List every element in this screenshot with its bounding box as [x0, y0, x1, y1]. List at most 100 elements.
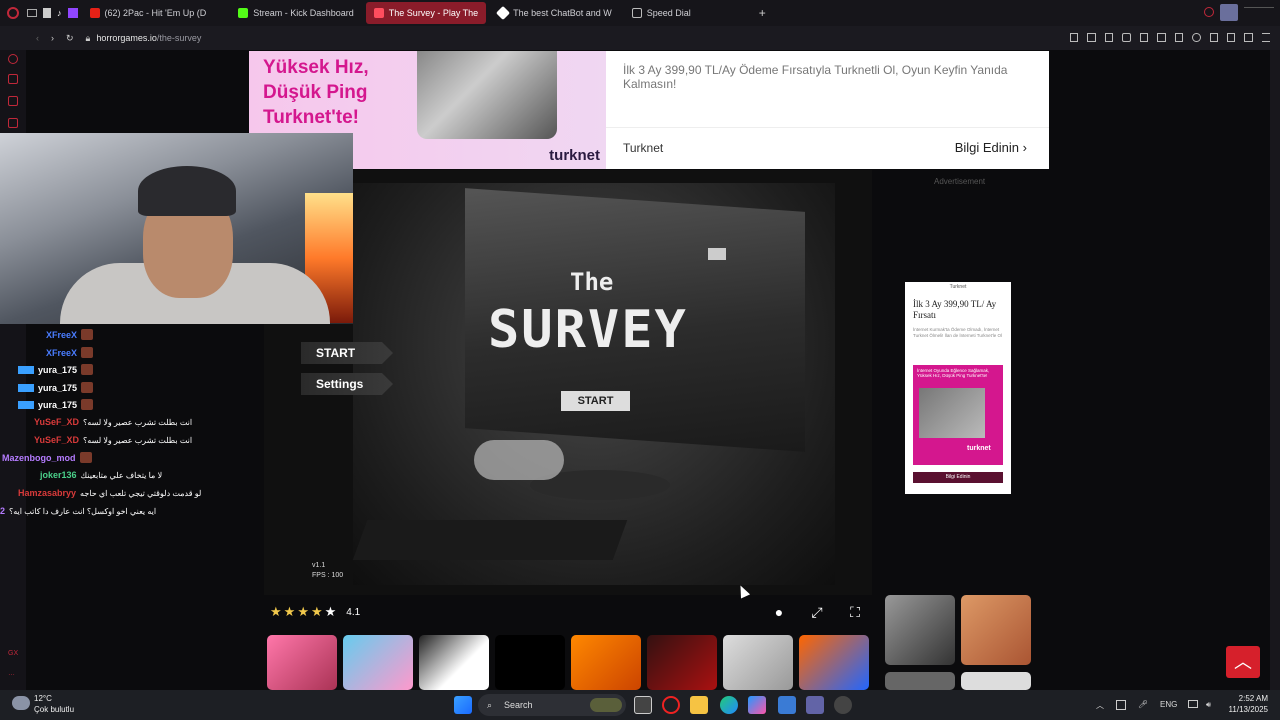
star-icon[interactable]: ★ — [270, 604, 282, 620]
shield-icon[interactable] — [1122, 33, 1131, 42]
side-ad-photo — [919, 388, 985, 438]
chat-message: XFreeX — [46, 329, 94, 340]
taskbar-search[interactable]: ⌕ Search — [478, 694, 626, 716]
tab-chatbot[interactable]: The best ChatBot and W — [490, 2, 620, 24]
chat-username: yura_175 — [38, 399, 78, 410]
tab-kick[interactable]: Stream - Kick Dashboard — [230, 2, 362, 24]
translate-icon[interactable] — [1139, 33, 1149, 42]
weather-widget[interactable]: 12°C Çok bulutlu — [34, 693, 74, 715]
snapshot-icon[interactable] — [1104, 33, 1114, 42]
instagram-icon[interactable] — [8, 118, 18, 128]
task-view-icon[interactable] — [634, 696, 652, 714]
sidebar-more-icon[interactable]: … — [8, 670, 15, 677]
opera-gx-taskbar-icon[interactable] — [662, 696, 680, 714]
lock-icon: 🔒︎ — [85, 32, 91, 43]
split-icon[interactable] — [1070, 33, 1079, 42]
chat-username: 2 — [0, 506, 6, 516]
download-icon[interactable] — [1244, 33, 1253, 42]
game-thumbnail[interactable] — [419, 635, 489, 690]
weather-icon[interactable] — [12, 696, 30, 710]
fullscreen-icon[interactable]: ⛶ — [846, 603, 864, 621]
side-ad[interactable]: Turknet İlk 3 Ay 399,90 TL/ Ay Fırsatı İ… — [905, 282, 1011, 494]
extensions-icon[interactable] — [1209, 33, 1218, 42]
star-icon[interactable]: ★ — [297, 604, 309, 620]
menu-icon[interactable] — [1261, 33, 1271, 42]
game-thumbnail[interactable] — [647, 635, 717, 690]
reload-icon[interactable]: ↻ — [66, 33, 74, 44]
ad-headline: Yüksek Hız, Düşük Ping Turknet'te! — [263, 57, 369, 128]
game-title: SURVEY — [488, 300, 688, 360]
copilot-icon[interactable] — [748, 696, 766, 714]
profile-avatar[interactable] — [1220, 4, 1238, 21]
tiktok-icon[interactable]: ♪ — [57, 8, 62, 18]
star-icon[interactable]: ★ — [311, 604, 323, 620]
side-ad-promo-text: İnternet Oyunda Eğlence Sağlamak, Yüksek… — [917, 368, 990, 378]
tab-speed-dial[interactable]: Speed Dial — [624, 2, 699, 24]
game-rating[interactable]: ★ ★ ★ ★ ★ 4.1 — [270, 604, 360, 620]
pin-icon[interactable] — [1087, 33, 1096, 42]
twitch-icon[interactable] — [67, 8, 78, 18]
side-game-thumbnail[interactable] — [961, 595, 1031, 665]
top-ad-text[interactable]: İlk 3 Ay 399,90 TL/Ay Ödeme Fırsatıyla T… — [606, 51, 1049, 169]
tray-chevron-icon[interactable]: ︿ — [1096, 700, 1104, 711]
volume-icon[interactable]: 🔊︎ — [1206, 700, 1211, 710]
wallet-icon[interactable] — [1226, 33, 1236, 42]
store-icon[interactable] — [778, 696, 796, 714]
ad-description: İlk 3 Ay 399,90 TL/Ay Ödeme Fırsatıyla T… — [623, 63, 1008, 91]
forward-icon[interactable]: › — [51, 33, 54, 43]
page-scrollbar[interactable] — [1270, 50, 1280, 690]
side-game-thumbnail[interactable] — [961, 672, 1031, 690]
version-label: v1.1 — [312, 562, 326, 569]
edge-icon[interactable] — [720, 696, 738, 714]
heart-icon[interactable] — [1192, 33, 1201, 42]
star-icon[interactable]: ★ — [284, 604, 296, 620]
game-thumbnail[interactable] — [343, 635, 413, 690]
windows-start-icon[interactable] — [454, 696, 472, 714]
system-clock[interactable]: 2:52 AM 11/13/2025 — [1226, 693, 1268, 715]
side-ad-subtext: İnternet Kurmak'ta Ödeme Olmadı, İnterne… — [913, 327, 1002, 338]
new-tab-button[interactable]: + — [759, 6, 766, 20]
tab-the-survey[interactable]: The Survey - Play The — [365, 2, 487, 24]
tab-youtube[interactable]: (62) 2Pac - Hit 'Em Up (D — [82, 2, 215, 24]
microphone-icon[interactable]: 🎤︎ — [1138, 700, 1148, 709]
game-thumbnail[interactable] — [571, 635, 641, 690]
side-ad-brand: Turknet — [949, 284, 967, 290]
game-thumbnail[interactable] — [723, 635, 793, 690]
notes-icon[interactable] — [43, 8, 51, 18]
aria-icon[interactable] — [8, 74, 18, 84]
chat-badge-icon — [81, 382, 94, 393]
messenger-icon[interactable] — [8, 96, 18, 106]
language-indicator[interactable]: ENG — [1160, 700, 1177, 709]
network-icon[interactable] — [1188, 700, 1198, 708]
opera-logo-icon[interactable] — [7, 7, 19, 19]
sidebar-gx-icon[interactable]: GX — [8, 650, 18, 657]
side-game-thumbnail[interactable] — [885, 595, 955, 665]
monitor-start-button[interactable]: START — [561, 391, 630, 411]
game-thumbnail[interactable] — [267, 635, 337, 690]
workspace-icon[interactable] — [27, 9, 37, 17]
search-tabs-icon[interactable] — [1204, 7, 1214, 17]
menu-start-button[interactable]: START — [301, 342, 393, 364]
play-icon[interactable] — [1174, 33, 1184, 42]
scroll-to-top-button[interactable]: ︿ — [1226, 646, 1260, 678]
ad-cta-button[interactable]: Bilgi Edinin › — [955, 140, 1027, 155]
menu-settings-button[interactable]: Settings — [301, 373, 393, 395]
file-explorer-icon[interactable] — [690, 696, 708, 714]
history-icon[interactable] — [8, 54, 18, 64]
back-icon[interactable]: ‹ — [36, 33, 39, 43]
comment-icon[interactable]: ● — [770, 603, 788, 621]
side-game-thumbnail[interactable] — [885, 672, 955, 690]
game-thumbnail[interactable] — [799, 635, 869, 690]
star-icon[interactable]: ★ — [325, 604, 337, 620]
clock-date: 11/13/2025 — [1228, 705, 1268, 714]
tray-app-icon[interactable] — [1116, 700, 1126, 710]
side-ad-cta-button[interactable]: Bilgi Edinin — [913, 472, 1003, 483]
game-thumbnail[interactable] — [495, 635, 565, 690]
window-controls[interactable] — [1244, 7, 1274, 17]
obs-icon[interactable] — [834, 696, 852, 714]
toolbar-extensions[interactable] — [1070, 33, 1271, 43]
expand-icon[interactable]: ⤢ — [808, 603, 826, 621]
teams-icon[interactable] — [806, 696, 824, 714]
url-field[interactable]: horrorgames.io/the-survey — [96, 33, 201, 43]
readaloud-icon[interactable] — [1157, 33, 1166, 42]
